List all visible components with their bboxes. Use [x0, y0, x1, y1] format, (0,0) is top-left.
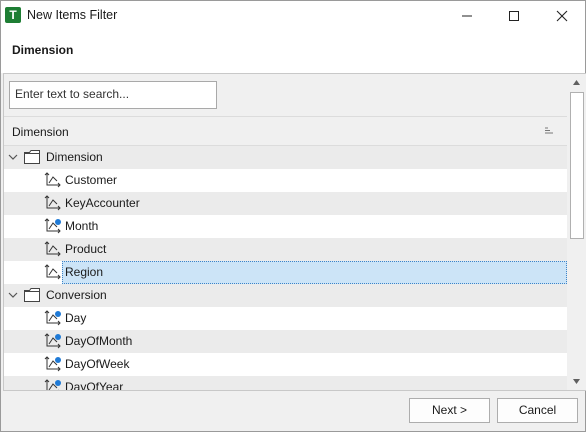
scrollbar-thumb[interactable] [570, 92, 584, 239]
tree-item-label: DayOfYear [65, 380, 124, 391]
tree-item-product[interactable]: Product [4, 238, 567, 261]
tree-item-month[interactable]: Month [4, 215, 567, 238]
time-dimension-icon [44, 333, 61, 349]
dimension-panel: Dimension Dimension [3, 73, 586, 391]
chevron-down-icon[interactable] [8, 152, 18, 162]
tree-item-keyaccounter[interactable]: KeyAccounter [4, 192, 567, 215]
dimension-icon [44, 264, 61, 280]
tree-item-label: Day [65, 311, 87, 325]
tree-item-label: Region [65, 265, 104, 279]
dialog-window: T New Items Filter Dimension Dimension [0, 0, 586, 432]
search-input[interactable] [10, 82, 216, 106]
tree-group-label: Dimension [46, 150, 103, 164]
time-dimension-icon [44, 218, 61, 234]
time-dimension-icon [44, 310, 61, 326]
cancel-button[interactable]: Cancel [497, 398, 578, 423]
dialog-header: Dimension [1, 31, 585, 73]
title-bar[interactable]: T New Items Filter [1, 1, 585, 31]
tree-item-region-row: Region [4, 261, 567, 284]
vertical-scrollbar[interactable] [568, 74, 585, 390]
close-icon [556, 10, 568, 22]
tree-item-region[interactable] [62, 261, 567, 284]
tree-item-label: DayOfMonth [65, 334, 133, 348]
time-dimension-icon [44, 379, 61, 390]
tree-item-label: DayOfWeek [65, 357, 130, 371]
tree-item-dayofyear[interactable]: DayOfYear [4, 376, 567, 391]
section-title: Dimension [12, 43, 74, 57]
folder-icon [24, 150, 40, 164]
arrow-down-icon [573, 379, 580, 384]
tree-item-label: Month [65, 219, 99, 233]
sort-icon[interactable] [545, 127, 555, 135]
tree-item-customer[interactable]: Customer [4, 169, 567, 192]
tree-item-label: KeyAccounter [65, 196, 140, 210]
tree-group-conversion[interactable]: Conversion [4, 284, 567, 307]
window-title: New Items Filter [27, 8, 118, 22]
tree-item-label: Customer [65, 173, 118, 187]
maximize-icon [509, 11, 519, 21]
dimension-tree[interactable]: Dimension Customer KeyAccounter Month Pr… [4, 146, 567, 391]
arrow-up-icon [573, 80, 580, 85]
tree-item-label: Product [65, 242, 107, 256]
dimension-icon [44, 195, 61, 211]
tree-item-day[interactable]: Day [4, 307, 567, 330]
scroll-up-button[interactable] [568, 74, 585, 91]
tree-group-dimension[interactable]: Dimension [4, 146, 567, 169]
app-icon: T [5, 7, 21, 23]
maximize-button[interactable] [494, 1, 534, 31]
tree-item-dayofmonth[interactable]: DayOfMonth [4, 330, 567, 353]
tree-group-label: Conversion [46, 288, 107, 302]
time-dimension-icon [44, 356, 61, 372]
close-button[interactable] [542, 1, 582, 31]
folder-icon [24, 288, 40, 302]
tree-item-dayofweek[interactable]: DayOfWeek [4, 353, 567, 376]
next-button[interactable]: Next > [409, 398, 490, 423]
dimension-icon [44, 172, 61, 188]
scroll-down-button[interactable] [568, 373, 585, 390]
chevron-down-icon[interactable] [8, 290, 18, 300]
minimize-button[interactable] [447, 1, 487, 31]
dimension-icon [44, 241, 61, 257]
column-header-dimension[interactable]: Dimension [4, 116, 567, 146]
search-box[interactable] [9, 81, 217, 109]
column-header-label: Dimension [12, 125, 69, 139]
minimize-icon [462, 15, 472, 17]
